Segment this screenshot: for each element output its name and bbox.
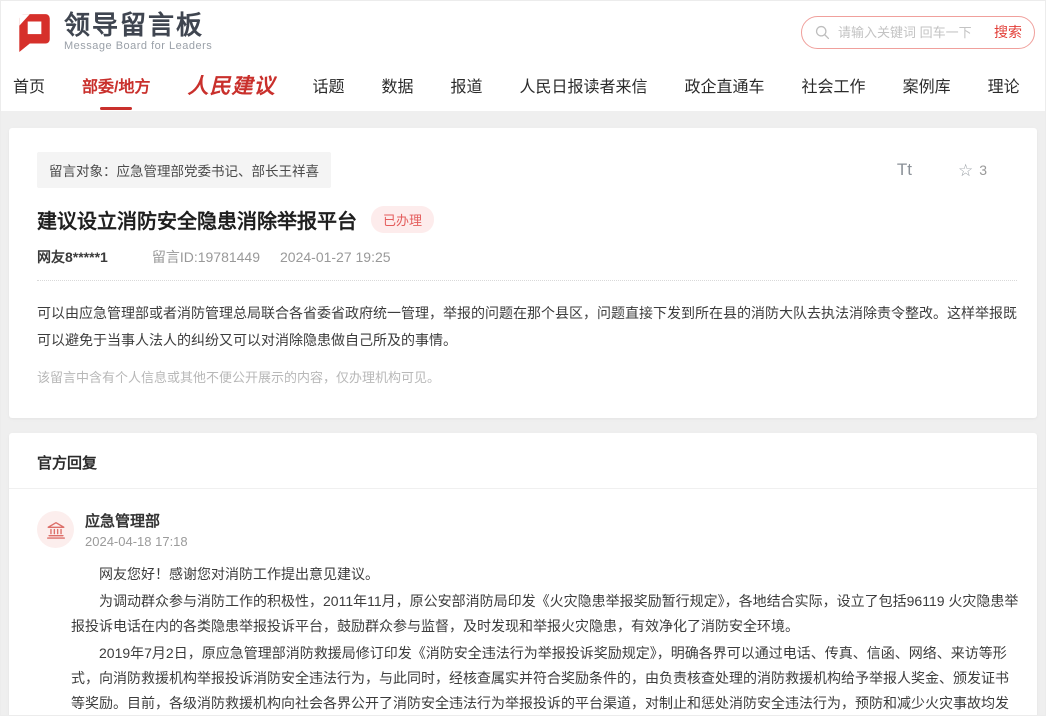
message-body: 可以由应急管理部或者消防管理总局联合各省委省政府统一管理，举报的问题在那个县区，… (37, 300, 1017, 354)
section-divider (9, 488, 1037, 489)
message-meta: 网友8*****1 留言ID:19781449 2024-01-27 19:25 (37, 247, 1017, 267)
main-nav: 首页 部委/地方 人民建议 话题 数据 报道 人民日报读者来信 政企直通车 社会… (1, 63, 1045, 111)
logo-subtitle: Message Board for Leaders (64, 40, 212, 52)
message-card-top: 留言对象：应急管理部党委书记、部长王祥喜 Tt ☆ 3 (37, 152, 1017, 188)
logo-icon (13, 11, 55, 53)
reply-paragraph: 2019年7月2日，原应急管理部消防救援局修订印发《消防安全违法行为举报投诉奖励… (71, 641, 1021, 715)
nav-item-readers-letters[interactable]: 人民日报读者来信 (520, 73, 648, 97)
star-icon: ☆ (958, 162, 973, 179)
font-size-icon[interactable]: Tt (897, 160, 912, 180)
nav-item-gov-biz-express[interactable]: 政企直通车 (685, 73, 765, 97)
agency-avatar (37, 511, 74, 548)
message-author: 网友8*****1 (37, 247, 108, 267)
nav-item-topics[interactable]: 话题 (312, 73, 344, 97)
message-card: 留言对象：应急管理部党委书记、部长王祥喜 Tt ☆ 3 建议设立消防安全隐患消除… (9, 128, 1037, 418)
nav-item-social-work[interactable]: 社会工作 (802, 73, 866, 97)
message-title-row: 建议设立消防安全隐患消除举报平台 已办理 (37, 205, 1017, 234)
dotted-divider (37, 280, 1017, 281)
star-count: 3 (979, 162, 987, 178)
reply-card: 官方回复 (9, 433, 1037, 715)
logo-title: 领导留言板 (64, 12, 212, 39)
message-target-tag: 留言对象：应急管理部党委书记、部长王祥喜 (37, 152, 331, 188)
favorite-button[interactable]: ☆ 3 (958, 162, 987, 179)
message-tools: Tt ☆ 3 (897, 160, 987, 180)
government-building-icon (45, 519, 67, 541)
message-title: 建议设立消防安全隐患消除举报平台 (37, 205, 357, 234)
message-id: 留言ID:19781449 (152, 247, 260, 267)
search-button[interactable]: 搜索 (988, 22, 1022, 42)
site-logo[interactable]: 领导留言板 Message Board for Leaders (13, 11, 212, 53)
reply-body: 网友您好！感谢您对消防工作提出意见建议。 为调动群众参与消防工作的积极性，201… (71, 562, 1021, 715)
content-area: 留言对象：应急管理部党委书记、部长王祥喜 Tt ☆ 3 建议设立消防安全隐患消除… (1, 111, 1045, 715)
message-date: 2024-01-27 19:25 (280, 249, 391, 265)
reply-header: 应急管理部 2024-04-18 17:18 (37, 510, 1021, 549)
nav-item-data[interactable]: 数据 (381, 73, 413, 97)
privacy-note: 该留言中含有个人信息或其他不便公开展示的内容，仅办理机构可见。 (37, 367, 1017, 386)
search-icon (814, 24, 831, 41)
logo-text: 领导留言板 Message Board for Leaders (64, 12, 212, 52)
nav-item-case-library[interactable]: 案例库 (903, 73, 951, 97)
reply-paragraph: 为调动群众参与消防工作的积极性，2011年11月，原公安部消防局印发《火灾隐患举… (71, 589, 1021, 639)
nav-item-people-suggestions[interactable]: 人民建议 (187, 70, 275, 100)
reply-date: 2024-04-18 17:18 (85, 534, 188, 549)
agency-name: 应急管理部 (85, 510, 188, 531)
nav-item-reports[interactable]: 报道 (451, 73, 483, 97)
reply-section-title: 官方回复 (37, 452, 1021, 473)
nav-item-theory[interactable]: 理论 (988, 73, 1020, 97)
nav-item-ministries-local[interactable]: 部委/地方 (82, 73, 150, 97)
site-header: 领导留言板 Message Board for Leaders 搜索 (1, 1, 1045, 63)
agency-info: 应急管理部 2024-04-18 17:18 (85, 510, 188, 549)
nav-item-home[interactable]: 首页 (13, 73, 45, 97)
reply-paragraph: 网友您好！感谢您对消防工作提出意见建议。 (71, 562, 1021, 587)
search-input[interactable] (838, 25, 988, 40)
page: 领导留言板 Message Board for Leaders 搜索 首页 部委… (0, 0, 1046, 716)
search-box[interactable]: 搜索 (801, 16, 1035, 49)
status-badge: 已办理 (371, 206, 434, 233)
